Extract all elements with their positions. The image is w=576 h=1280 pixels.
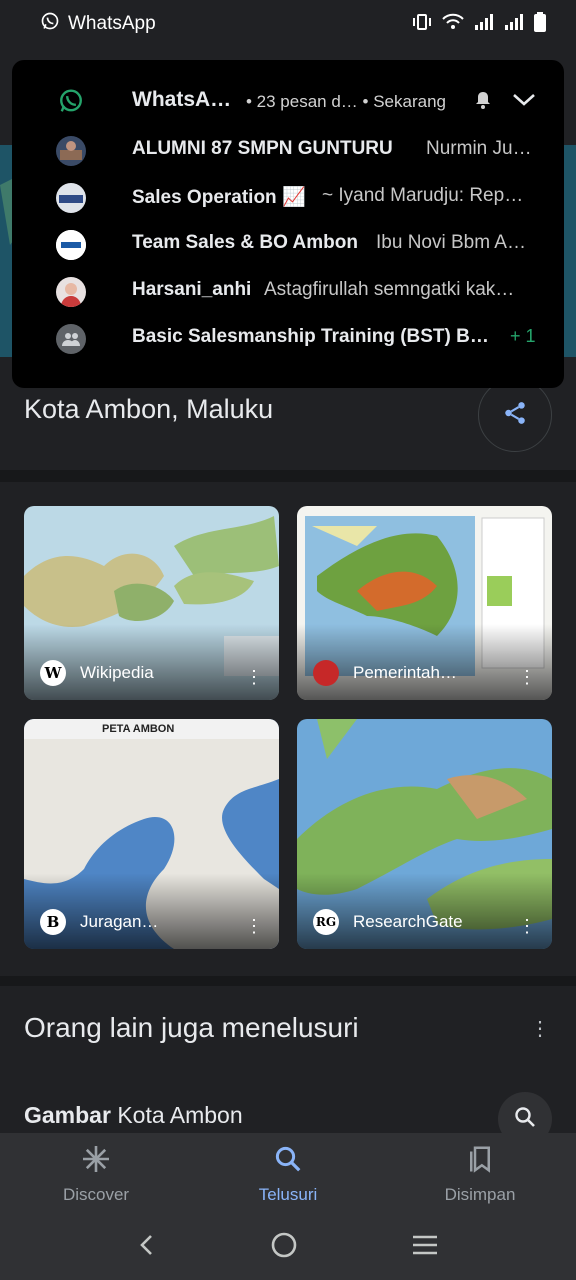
message-sender: Sales Operation 📈 [132,187,306,208]
nav-telusuri[interactable]: Telusuri [192,1133,384,1215]
signal-icon-1 [474,13,494,36]
image-source: W Wikipedia [40,660,154,686]
message-sender: Team Sales & BO Ambon [132,232,358,253]
nav-label: Disimpan [444,1184,516,1204]
government-logo-icon [313,660,339,686]
status-icons [412,11,546,37]
whatsapp-notification[interactable]: WhatsA… • 23 pesan d… • Sekarang ALUMNI … [12,60,564,388]
home-icon[interactable] [270,1231,298,1264]
bottom-nav: Discover Telusuri Disimpan [0,1133,576,1215]
share-button[interactable] [478,378,552,452]
nav-discover[interactable]: Discover [0,1133,192,1215]
related-item-text: Kota Ambon [110,1102,243,1128]
nav-disimpan[interactable]: Disimpan [384,1133,576,1215]
notification-message[interactable]: Basic Salesmanship Training (BST) B… + 1 [12,318,564,358]
group-avatar [56,230,86,260]
message-sender: ALUMNI 87 SMPN GUNTURU [132,138,393,159]
recents-icon[interactable] [411,1233,439,1262]
more-vert-icon[interactable]: ⋮ [245,917,263,935]
search-icon [513,1105,537,1134]
notification-message[interactable]: Team Sales & BO Ambon Ibu Novi Bbm A… [12,224,564,264]
contact-avatar [56,277,86,307]
divider [0,976,576,986]
related-section: Orang lain juga menelusuri ⋮ Gambar Kota… [0,986,576,1146]
whatsapp-icon [58,88,84,119]
researchgate-logo-icon: RG [313,909,339,935]
whatsapp-status-icon [40,11,60,37]
back-icon[interactable] [137,1233,157,1262]
more-vert-icon[interactable]: ⋮ [245,668,263,686]
image-card[interactable]: RG ResearchGate ⋮ [297,719,552,949]
share-icon [502,400,528,431]
asterisk-icon [81,1144,111,1179]
message-preview: Nurmin Ju… [426,138,532,159]
status-bar: WhatsApp [0,0,576,48]
nav-label: Discover [62,1184,130,1204]
wikipedia-logo-icon: W [40,660,66,686]
divider [0,470,576,482]
chevron-down-icon[interactable] [512,90,536,115]
bell-off-icon [474,90,492,115]
nav-label: Telusuri [258,1184,318,1204]
notification-message[interactable]: ALUMNI 87 SMPN GUNTURU Nurmin Ju… [12,130,564,170]
group-avatar [56,136,86,166]
notification-message[interactable]: Sales Operation 📈 ~ Iyand Marudju: Rep… [12,177,564,217]
status-app: WhatsApp [40,11,156,37]
related-title: Orang lain juga menelusuri [24,1012,359,1043]
message-sender: Harsani_anhi [132,279,252,300]
message-sender: Basic Salesmanship Training (BST) B… [132,326,489,347]
bookmarks-icon [465,1144,495,1179]
image-source-label: Juragan… [80,912,159,931]
image-source-label: ResearchGate [353,912,463,931]
image-source-label: Pemerintah… [353,663,457,682]
image-card[interactable]: PETA AMBON B Juragan… ⋮ [24,719,279,949]
more-vert-icon[interactable]: ⋮ [530,1016,550,1041]
search-icon [273,1144,303,1179]
status-app-name: WhatsApp [68,13,156,34]
juragan-logo-icon: B [40,909,66,935]
message-preview: ~ Iyand Marudju: Rep… [322,185,524,206]
system-nav-bar [0,1215,576,1280]
image-source: RG ResearchGate [313,909,463,935]
vibrate-icon [412,13,432,36]
notification-message[interactable]: Harsani_anhi Astagfirullah semngatki kak… [12,271,564,311]
group-avatar [56,183,86,213]
battery-icon [534,11,546,37]
wifi-icon [442,13,464,36]
place-title: Kota Ambon, Maluku [24,394,274,424]
svg-text:PETA AMBON: PETA AMBON [102,723,174,735]
notification-app-name: WhatsA… [132,88,232,111]
related-item-bold: Gambar [24,1102,111,1128]
group-default-avatar-icon [56,324,86,354]
image-source: Pemerintah… [313,660,457,686]
image-source: B Juragan… [40,909,158,935]
signal-icon-2 [504,13,524,36]
notification-header: WhatsA… • 23 pesan d… • Sekarang [12,82,564,122]
more-vert-icon[interactable]: ⋮ [518,917,536,935]
notification-meta: • 23 pesan d… • Sekarang [246,92,446,111]
extra-count-badge: + 1 [510,326,536,346]
message-preview: Ibu Novi Bbm A… [376,232,526,253]
image-card[interactable]: Pemerintah… ⋮ [297,506,552,700]
image-source-label: Wikipedia [80,663,154,682]
image-grid: W Wikipedia ⋮ Pemerintah… ⋮ PETA AMBON B… [0,482,576,976]
image-card[interactable]: W Wikipedia ⋮ [24,506,279,700]
message-preview: Astagfirullah semngatki kak… [264,279,515,300]
related-item[interactable]: Gambar Kota Ambon [24,1102,243,1129]
more-vert-icon[interactable]: ⋮ [518,668,536,686]
